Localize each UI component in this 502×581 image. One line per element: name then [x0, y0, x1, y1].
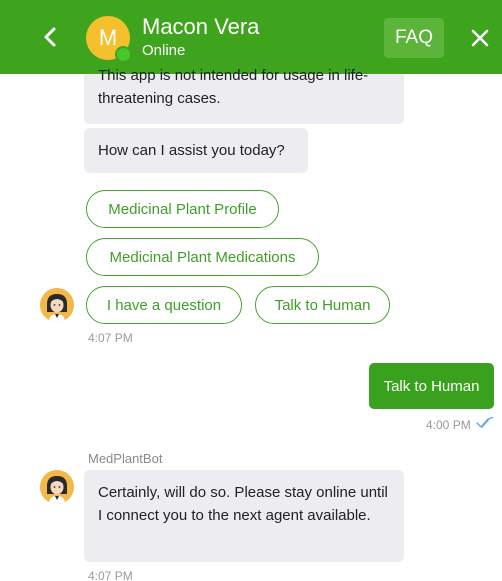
- bot-message-question: How can I assist you today?: [84, 128, 308, 173]
- bot-message-disclaimer: This app is not intended for usage in li…: [84, 67, 404, 124]
- quick-reply-plant-profile[interactable]: Medicinal Plant Profile: [86, 190, 279, 228]
- back-button[interactable]: [36, 22, 64, 52]
- chevron-left-icon: [44, 27, 56, 47]
- faq-button[interactable]: FAQ: [384, 18, 444, 58]
- double-check-icon: [476, 417, 494, 428]
- quick-reply-talk-to-human[interactable]: Talk to Human: [255, 286, 390, 324]
- bot-sender-name: MedPlantBot: [88, 451, 163, 466]
- bot-message-text: This app is not intended for usage in li…: [98, 67, 369, 107]
- bot-avatar-icon: [40, 288, 74, 322]
- avatar-letter: M: [98, 25, 118, 50]
- user-message-timestamp: 4:00 PM: [426, 418, 471, 432]
- contact-name: Macon Vera: [142, 14, 260, 39]
- quick-reply-question[interactable]: I have a question: [86, 286, 242, 324]
- user-message: Talk to Human: [369, 363, 494, 409]
- quick-reply-plant-medications[interactable]: Medicinal Plant Medications: [86, 238, 319, 276]
- close-button[interactable]: [466, 24, 494, 52]
- bot-message-text: How can I assist you today?: [98, 142, 285, 159]
- online-indicator: [115, 46, 132, 63]
- bot-avatar-icon: [40, 470, 74, 504]
- chat-window: M Macon Vera Online FAQ This app is not …: [0, 0, 502, 581]
- bot-message-text: Certainly, will do so. Please stay onlin…: [98, 484, 388, 524]
- bot-message-reply: Certainly, will do so. Please stay onlin…: [84, 470, 404, 562]
- chat-header: M Macon Vera Online FAQ: [0, 0, 502, 74]
- contact-status: Online: [142, 42, 186, 59]
- message-timestamp: 4:07 PM: [88, 569, 133, 581]
- message-timestamp: 4:07 PM: [88, 331, 133, 345]
- close-icon: [471, 29, 489, 47]
